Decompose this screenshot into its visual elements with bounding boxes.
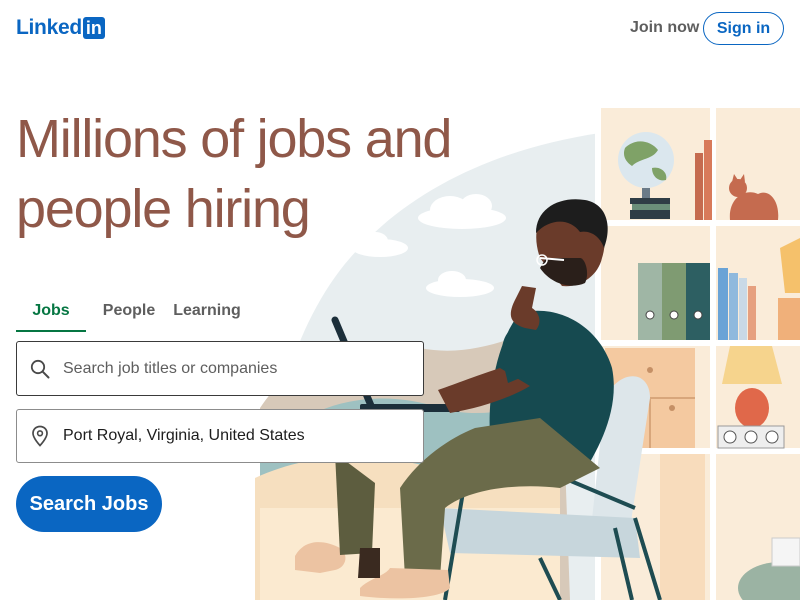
- logo-in-box: in: [82, 17, 105, 39]
- logo-wordmark: Linked: [16, 16, 82, 39]
- headline-line-2: people hiring: [16, 179, 311, 239]
- hero-headline: Millions of jobs and people hiring: [16, 104, 456, 244]
- search-jobs-button[interactable]: Search Jobs: [16, 476, 162, 532]
- tab-jobs[interactable]: Jobs: [16, 294, 86, 332]
- location-input[interactable]: [63, 427, 403, 445]
- job-search-input[interactable]: [63, 359, 403, 378]
- join-now-link[interactable]: Join now: [624, 16, 705, 40]
- search-icon: [17, 359, 63, 379]
- location-pin-icon: [17, 425, 63, 447]
- linkedin-logo[interactable]: Linked in: [16, 16, 105, 40]
- tab-learning[interactable]: Learning: [172, 294, 242, 332]
- tab-people[interactable]: People: [102, 294, 156, 332]
- headline-line-1: Millions of jobs and: [16, 109, 452, 169]
- linkedin-landing-page: Linked in Join now Sign in Millions of j…: [0, 0, 800, 600]
- search-type-tabs: Jobs People Learning: [16, 294, 242, 332]
- job-search-field[interactable]: [16, 341, 424, 396]
- sign-in-button[interactable]: Sign in: [703, 12, 784, 45]
- location-field[interactable]: [16, 409, 424, 463]
